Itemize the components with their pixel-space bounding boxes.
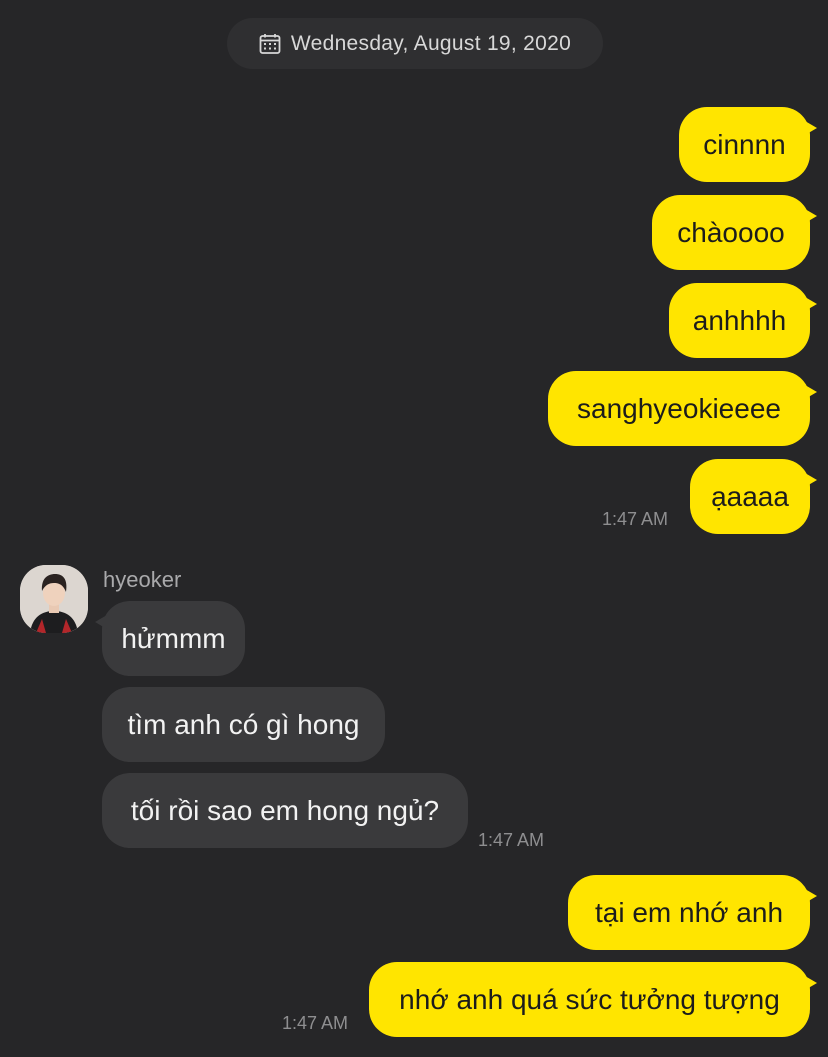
- message-timestamp: 1:47 AM: [282, 1013, 349, 1033]
- calendar-icon: [259, 33, 281, 54]
- their-message[interactable]: hửmmm: [95, 601, 245, 676]
- their-message[interactable]: tìm anh có gì hong: [102, 687, 385, 762]
- profile-photo: [20, 565, 88, 633]
- their-message[interactable]: tối rồi sao em hong ngủ?: [102, 773, 468, 848]
- message-timestamp: 1:47 AM: [478, 830, 545, 850]
- date-divider: Wednesday, August 19, 2020: [227, 18, 603, 69]
- my-message[interactable]: anhhhh: [669, 283, 817, 358]
- my-message[interactable]: chàoooo: [652, 195, 817, 270]
- my-message[interactable]: nhớ anh quá sức tưởng tượng: [369, 962, 817, 1037]
- sender-name: hyeoker: [103, 567, 182, 592]
- my-message[interactable]: cinnnn: [679, 107, 817, 182]
- my-message[interactable]: ạaaaa: [690, 459, 817, 534]
- message-timestamp: 1:47 AM: [602, 509, 669, 529]
- my-message[interactable]: tại em nhớ anh: [568, 875, 817, 950]
- date-text: Wednesday, August 19, 2020: [290, 31, 572, 55]
- my-message[interactable]: sanghyeokieeee: [548, 371, 817, 446]
- avatar[interactable]: [20, 565, 88, 633]
